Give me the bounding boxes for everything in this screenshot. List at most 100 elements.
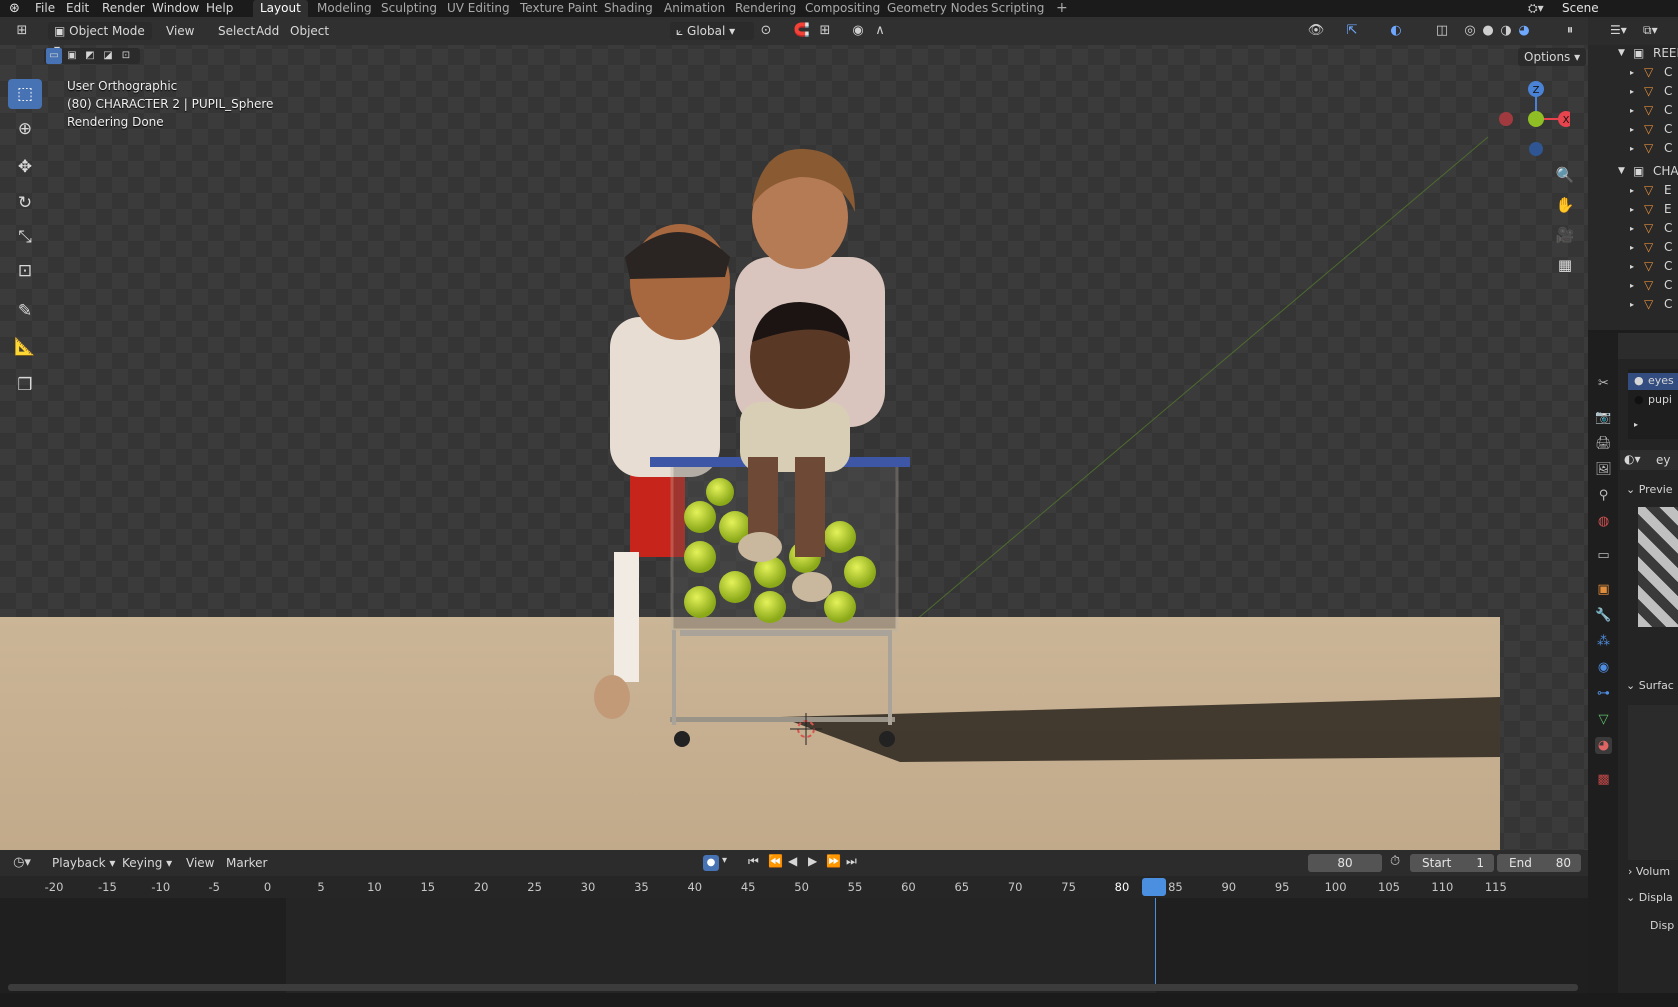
scale-tool-icon[interactable]: ⤡	[8, 222, 42, 252]
gizmo-toggle-icon[interactable]: ⇱	[1342, 22, 1362, 40]
expand-arrow-icon[interactable]: ▸	[1630, 181, 1634, 200]
particles-tab-icon[interactable]: ⁂	[1595, 633, 1612, 650]
visibility-icon[interactable]: 👁	[1306, 22, 1326, 40]
end-frame-field[interactable]: End 80	[1497, 854, 1581, 872]
proportional-edit-icon[interactable]: ◉	[848, 22, 868, 40]
outliner-object-row[interactable]: ▸ ▽ C	[1588, 295, 1678, 314]
outliner-object-row[interactable]: ▸ ▽ C	[1588, 82, 1678, 101]
expand-arrow-icon[interactable]: ▼	[1618, 162, 1625, 181]
menu-edit[interactable]: Edit	[64, 0, 91, 17]
axis-y-icon[interactable]	[1528, 111, 1544, 127]
timeline-area[interactable]	[0, 898, 1588, 993]
overlays-toggle-icon[interactable]: ◐	[1386, 22, 1406, 40]
frame-ruler[interactable]: -20 -15 -10 -5 0 5 10 15 20 25 30 35 40 45 50 55 60 65 70 7…	[0, 876, 1588, 898]
menu-add[interactable]: Add	[256, 22, 279, 40]
prev-keyframe-icon[interactable]: ⏪	[768, 854, 783, 868]
outliner-object-row[interactable]: ▸ ▽ C	[1588, 257, 1678, 276]
current-frame-field[interactable]: 80	[1308, 854, 1382, 872]
wireframe-shading-icon[interactable]: ◎	[1460, 22, 1480, 40]
timeline-playback-menu[interactable]: Playback ▾	[52, 854, 115, 872]
select-invert-icon[interactable]: ◪	[100, 48, 116, 64]
timeline-view-menu[interactable]: View	[186, 854, 214, 872]
rendered-shading-icon[interactable]: ◕	[1514, 22, 1534, 40]
tab-rendering[interactable]: Rendering	[728, 0, 803, 17]
select-subtract-icon[interactable]: ◩	[82, 48, 98, 64]
jump-start-icon[interactable]: ⏮	[748, 854, 759, 869]
transform-orientation-dropdown[interactable]: ⟀ Global ▾	[670, 22, 754, 40]
outliner-object-row[interactable]: ▸ ▽ E	[1588, 181, 1678, 200]
3d-viewport[interactable]: ⊞ ▣ Object Mode ▾ View Select Add Object…	[0, 17, 1588, 850]
tab-uv-editing[interactable]: UV Editing	[440, 0, 517, 17]
pan-hand-icon[interactable]: ✋	[1552, 192, 1578, 218]
select-intersect-icon[interactable]: ⊡	[118, 48, 134, 64]
tab-modeling[interactable]: Modeling	[310, 0, 379, 17]
ortho-grid-icon[interactable]: ▦	[1552, 252, 1578, 278]
axis-neg-z-icon[interactable]	[1529, 142, 1543, 156]
material-browser[interactable]: ◐▾ ey	[1620, 450, 1678, 470]
timeline-keying-menu[interactable]: Keying ▾	[122, 854, 172, 872]
output-tab-icon[interactable]: 🖨	[1595, 435, 1612, 452]
data-tab-icon[interactable]: ▽	[1595, 711, 1612, 728]
scene-selector-icon[interactable]: ⛭▾	[1528, 1, 1544, 16]
select-extend-icon[interactable]: ▣	[64, 48, 80, 64]
next-keyframe-icon[interactable]: ⏩	[826, 854, 841, 868]
jump-end-icon[interactable]: ⏭	[846, 854, 857, 869]
scene-name[interactable]: Scene	[1562, 1, 1599, 15]
section-preview[interactable]: ⌄ Previe	[1626, 483, 1673, 496]
tab-layout[interactable]: Layout	[253, 0, 308, 17]
zoom-icon[interactable]: 🔍	[1552, 162, 1578, 188]
menu-select[interactable]: Select	[218, 22, 255, 40]
outliner-display-icon[interactable]: ☰▾	[1610, 23, 1627, 37]
timeline-marker-menu[interactable]: Marker	[226, 854, 267, 872]
snap-icon[interactable]: 🧲	[792, 22, 812, 40]
options-dropdown[interactable]: Options ▾	[1518, 48, 1587, 66]
timeline-editor-icon[interactable]: ◷▾	[12, 854, 32, 872]
menu-help[interactable]: Help	[204, 0, 235, 17]
expand-arrow-icon[interactable]: ▸	[1630, 200, 1634, 219]
axis-neg-x-icon[interactable]	[1499, 112, 1513, 126]
texture-tab-icon[interactable]: ▩	[1595, 771, 1612, 788]
section-displacement[interactable]: ⌄ Displa	[1626, 891, 1673, 904]
xray-toggle-icon[interactable]: ◫	[1432, 22, 1452, 40]
expand-arrow-icon[interactable]: ▸	[1630, 139, 1634, 158]
material-slot-eyes[interactable]: ● eyes	[1628, 373, 1678, 390]
tab-texture-paint[interactable]: Texture Paint	[513, 0, 604, 17]
material-browse-icon[interactable]: ◐▾	[1624, 452, 1641, 466]
expand-arrow-icon[interactable]: ▸	[1630, 120, 1634, 139]
tab-compositing[interactable]: Compositing	[798, 0, 887, 17]
camera-view-icon[interactable]: 🎥	[1552, 222, 1578, 248]
collection-tab-icon[interactable]: ▭	[1595, 547, 1612, 564]
menu-view[interactable]: View	[166, 22, 194, 40]
add-workspace-button[interactable]: +	[1049, 0, 1075, 17]
outliner-object-row[interactable]: ▸ ▽ C	[1588, 120, 1678, 139]
material-name-field[interactable]: ey	[1656, 453, 1670, 467]
tool-tab-icon[interactable]: ✂	[1595, 375, 1612, 392]
mode-dropdown[interactable]: ▣ Object Mode ▾	[48, 22, 152, 56]
menu-file[interactable]: File	[33, 0, 57, 17]
expand-arrow-icon[interactable]: ▸	[1630, 295, 1634, 314]
falloff-icon[interactable]: ∧	[870, 22, 890, 40]
stopwatch-icon[interactable]: ⏱	[1390, 854, 1400, 869]
expand-arrow-icon[interactable]: ▸	[1630, 238, 1634, 257]
menu-object[interactable]: Object	[290, 22, 329, 40]
outliner-object-row[interactable]: ▸ ▽ C	[1588, 276, 1678, 295]
expand-arrow-icon[interactable]: ▸	[1630, 82, 1634, 101]
auto-keying-icon[interactable]: ●	[703, 855, 719, 871]
constraints-tab-icon[interactable]: ⊶	[1595, 685, 1612, 702]
world-tab-icon[interactable]: ◍	[1595, 513, 1612, 530]
outliner-object-row[interactable]: ▸ ▽ C	[1588, 63, 1678, 82]
menu-render[interactable]: Render	[100, 0, 147, 17]
section-surface[interactable]: ⌄ Surfac	[1626, 679, 1674, 692]
blender-logo-icon[interactable]: ⊛	[9, 1, 20, 16]
collection-row[interactable]: ▼ ▣ REEB	[1588, 44, 1678, 63]
outliner-object-row[interactable]: ▸ ▽ C	[1588, 238, 1678, 257]
scene-tab-icon[interactable]: ⚲	[1595, 487, 1612, 504]
outliner-object-row[interactable]: ▸ ▽ C	[1588, 219, 1678, 238]
collection-row[interactable]: ▼ ▣ CHA	[1588, 162, 1678, 181]
cursor-tool-icon[interactable]: ⊕	[8, 114, 42, 144]
expand-arrow-icon[interactable]: ▸	[1634, 420, 1638, 429]
material-tab-icon[interactable]: ◕	[1595, 737, 1612, 754]
material-slot-pupil[interactable]: ● pupi	[1628, 392, 1678, 409]
outliner-object-row[interactable]: ▸ ▽ C	[1588, 139, 1678, 158]
add-cube-tool-icon[interactable]: ❒	[8, 370, 42, 400]
